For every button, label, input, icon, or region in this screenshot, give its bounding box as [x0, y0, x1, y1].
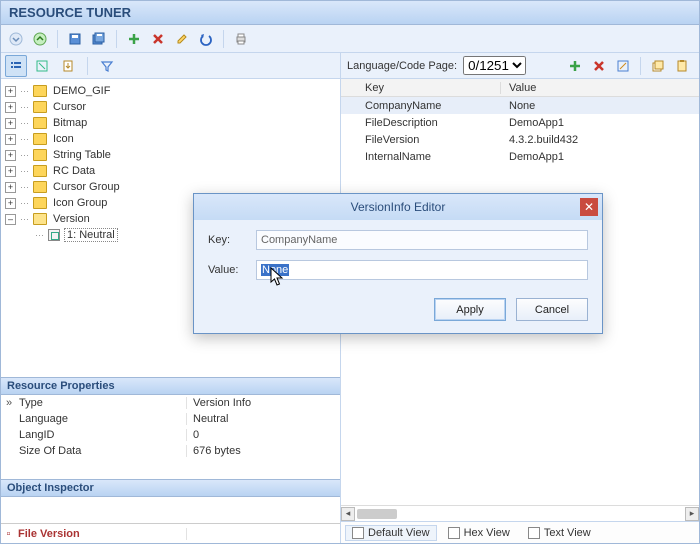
dialog-title: VersionInfo Editor: [351, 200, 446, 214]
default-view-icon: [352, 527, 364, 539]
save-all-button[interactable]: [88, 28, 110, 50]
view-tabs: Default View Hex View Text View: [341, 521, 699, 543]
expand-icon[interactable]: +: [5, 102, 16, 113]
folder-icon: [33, 101, 47, 113]
undo-button[interactable]: [195, 28, 217, 50]
tree-toolbar: [1, 53, 340, 79]
folder-open-icon: [33, 213, 47, 225]
value-input[interactable]: None: [256, 260, 588, 280]
tree-refresh-button[interactable]: [31, 55, 53, 77]
hex-view-icon: [448, 527, 460, 539]
folder-icon: [33, 85, 47, 97]
app-title-bar: RESOURCE TUNER: [1, 1, 699, 25]
table-row[interactable]: CompanyNameNone: [341, 97, 699, 114]
tree-item-icon[interactable]: +⋯Icon: [3, 131, 338, 147]
folder-icon: [33, 165, 47, 177]
tree-export-button[interactable]: [57, 55, 79, 77]
expand-icon[interactable]: +: [5, 86, 16, 97]
prop-key: LangID: [17, 429, 187, 441]
folder-icon: [33, 149, 47, 161]
app-title: RESOURCE TUNER: [9, 5, 131, 20]
tree-list-view-button[interactable]: [5, 55, 27, 77]
expand-icon[interactable]: +: [5, 118, 16, 129]
dialog-titlebar[interactable]: VersionInfo Editor ✕: [194, 194, 602, 220]
prop-value: Neutral: [187, 413, 340, 425]
collapse-icon[interactable]: –: [5, 214, 16, 225]
table-row[interactable]: FileDescriptionDemoApp1: [341, 114, 699, 131]
folder-icon: [33, 197, 47, 209]
prop-value: Version Info: [187, 397, 340, 409]
tab-hex-view[interactable]: Hex View: [441, 525, 517, 541]
folder-icon: [33, 133, 47, 145]
scroll-left-button[interactable]: ◂: [341, 507, 355, 521]
print-button[interactable]: [230, 28, 252, 50]
tree-item-string-table[interactable]: +⋯String Table: [3, 147, 338, 163]
collapse-marker-icon[interactable]: ▫: [1, 528, 16, 540]
resource-properties-header: Resource Properties: [1, 377, 340, 395]
tab-text-view[interactable]: Text View: [521, 525, 598, 541]
nav-down-button[interactable]: [5, 28, 27, 50]
close-icon: ✕: [584, 201, 594, 213]
expand-icon[interactable]: +: [5, 198, 16, 209]
prop-value: 676 bytes: [187, 445, 340, 457]
delete-entry-button[interactable]: [588, 55, 610, 77]
tree-item-cursor[interactable]: +⋯Cursor: [3, 99, 338, 115]
edit-resource-button[interactable]: [171, 28, 193, 50]
copy-button[interactable]: [647, 55, 669, 77]
tree-item-rc-data[interactable]: +⋯RC Data: [3, 163, 338, 179]
right-toolbar: Language/Code Page: 0/1251: [341, 53, 699, 79]
save-button[interactable]: [64, 28, 86, 50]
text-view-icon: [528, 527, 540, 539]
prop-key: Size Of Data: [17, 445, 187, 457]
file-version-row[interactable]: ▫ File Version: [1, 523, 340, 543]
prop-value: 0: [187, 429, 340, 441]
key-label: Key:: [208, 234, 248, 246]
folder-icon: [33, 181, 47, 193]
resource-properties-grid: »TypeVersion Info LanguageNeutral LangID…: [1, 395, 340, 479]
horizontal-scrollbar[interactable]: ◂ ▸: [341, 505, 699, 521]
folder-icon: [33, 117, 47, 129]
col-header-key[interactable]: Key: [341, 82, 501, 94]
main-toolbar: [1, 25, 699, 53]
object-inspector-header: Object Inspector: [1, 479, 340, 497]
edit-entry-button[interactable]: [612, 55, 634, 77]
scroll-thumb[interactable]: [357, 509, 397, 519]
prop-marker: »: [1, 397, 17, 409]
col-header-value[interactable]: Value: [501, 82, 699, 94]
tree-item-bitmap[interactable]: +⋯Bitmap: [3, 115, 338, 131]
table-row[interactable]: InternalNameDemoApp1: [341, 148, 699, 165]
cancel-button[interactable]: Cancel: [516, 298, 588, 321]
add-entry-button[interactable]: [564, 55, 586, 77]
apply-button[interactable]: Apply: [434, 298, 506, 321]
prop-key: Language: [17, 413, 187, 425]
resource-icon: [48, 229, 60, 241]
paste-button[interactable]: [671, 55, 693, 77]
expand-icon[interactable]: +: [5, 166, 16, 177]
expand-icon[interactable]: +: [5, 134, 16, 145]
tab-default-view[interactable]: Default View: [345, 525, 437, 541]
lang-codepage-select[interactable]: 0/1251: [463, 56, 526, 75]
value-label: Value:: [208, 264, 248, 276]
lang-codepage-label: Language/Code Page:: [347, 60, 457, 72]
file-version-label: File Version: [16, 528, 187, 540]
object-inspector-body: [1, 497, 340, 523]
expand-icon[interactable]: +: [5, 150, 16, 161]
prop-key: Type: [17, 397, 187, 409]
scroll-right-button[interactable]: ▸: [685, 507, 699, 521]
expand-icon[interactable]: +: [5, 182, 16, 193]
table-header: Key Value: [341, 79, 699, 97]
nav-up-button[interactable]: [29, 28, 51, 50]
tree-item-demo-gif[interactable]: +⋯DEMO_GIF: [3, 83, 338, 99]
delete-resource-button[interactable]: [147, 28, 169, 50]
key-input[interactable]: CompanyName: [256, 230, 588, 250]
versioninfo-editor-dialog: VersionInfo Editor ✕ Key: CompanyName Va…: [193, 193, 603, 334]
close-button[interactable]: ✕: [580, 198, 598, 216]
add-resource-button[interactable]: [123, 28, 145, 50]
filter-button[interactable]: [96, 55, 118, 77]
table-row[interactable]: FileVersion4.3.2.build432: [341, 131, 699, 148]
